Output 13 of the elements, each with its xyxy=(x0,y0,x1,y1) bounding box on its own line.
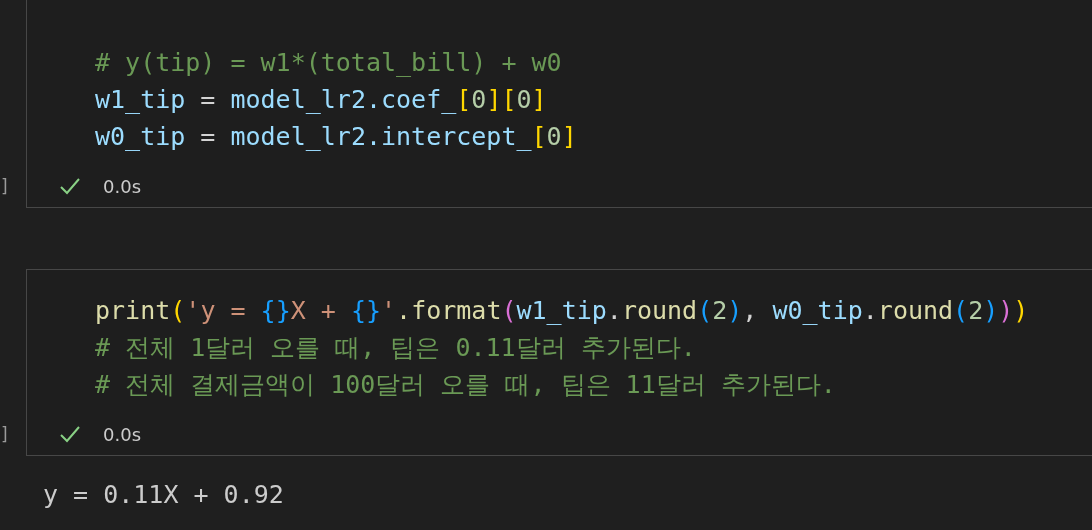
code-cell[interactable]: # y(tip) = w1*(total_bill) + w0 w1_tip = model_lr2.coef_[0][0] w0_tip = model_lr2.intercept_[0] 0.0s xyxy=(26,0,1092,208)
execution-count: ] xyxy=(0,176,9,198)
code-line: w0_tip = model_lr2.intercept_[0] xyxy=(95,121,578,153)
code-line: # 전체 1달러 오를 때, 팁은 0.11달러 추가된다. xyxy=(95,332,697,364)
code-cell[interactable]: print('y = {}X + {}'.format(w1_tip.round(2), w0_tip.round(2))) # 전체 1달러 오를 때, 팁은 0.11달러 추가된다. # 전체 결제금액이 100달러 오를 때, 팁은 11달러 추가된다. 0.0s xyxy=(26,269,1092,456)
execution-time: 0.0s xyxy=(103,175,141,197)
execution-count: ] xyxy=(0,424,9,446)
code-line: w1_tip = model_lr2.coef_[0][0] xyxy=(95,84,548,116)
execution-time: 0.0s xyxy=(103,423,141,445)
code-line: # y(tip) = w1*(total_bill) + w0 xyxy=(95,47,563,79)
code-line: # 전체 결제금액이 100달러 오를 때, 팁은 11달러 추가된다. xyxy=(95,369,837,401)
cell-output: y = 0.11X + 0.92 xyxy=(42,479,285,511)
code-line: print('y = {}X + {}'.format(w1_tip.round(2), w0_tip.round(2))) xyxy=(95,295,1030,327)
